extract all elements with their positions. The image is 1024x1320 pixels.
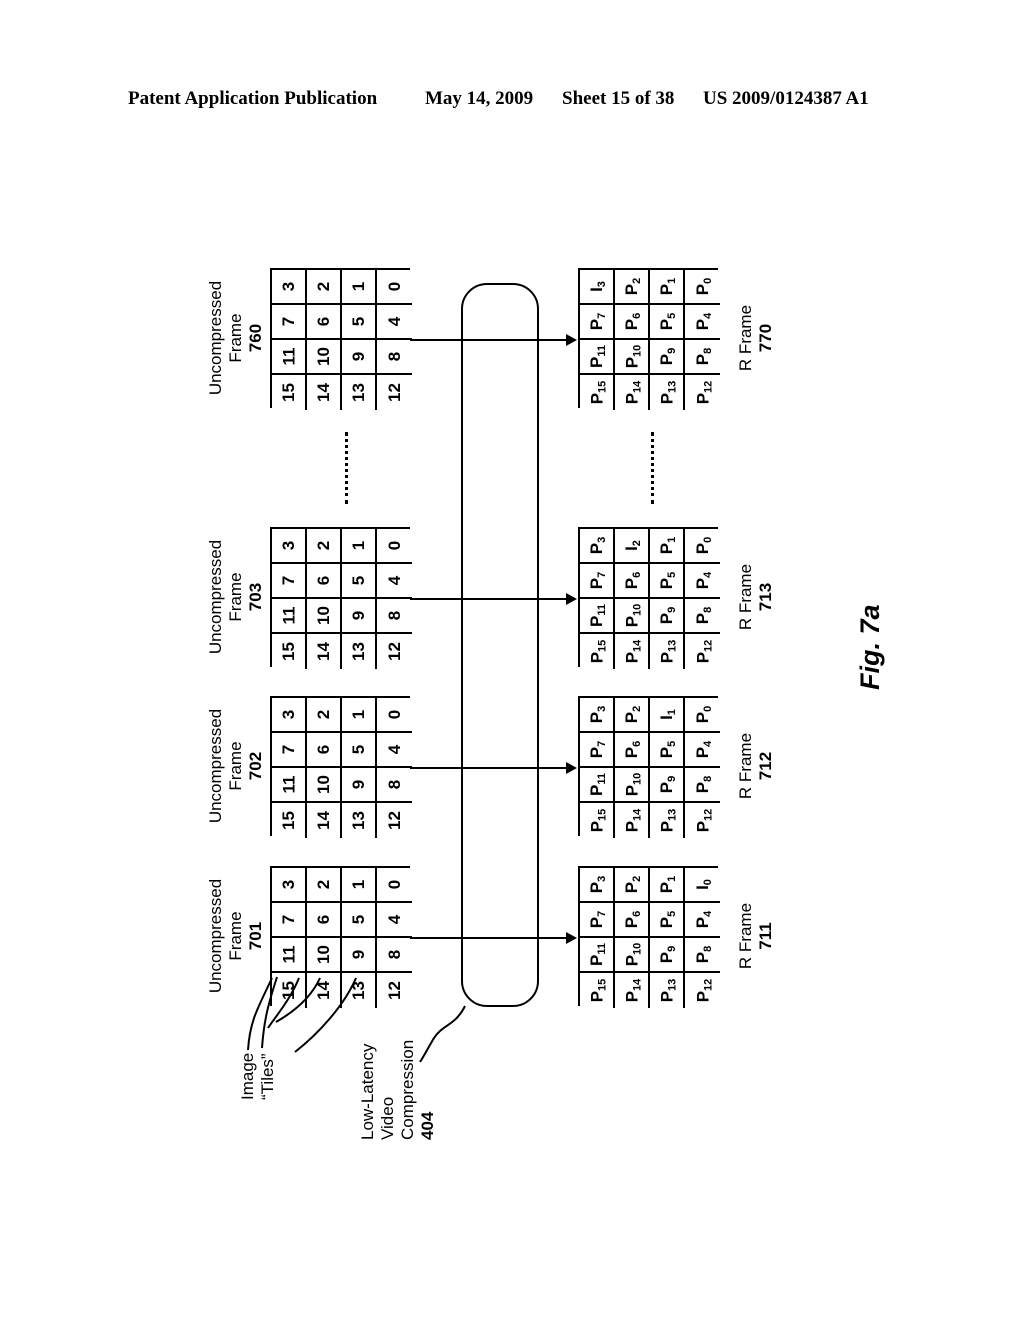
figure-label: Fig. 7a <box>855 604 885 690</box>
leader-tiles-c <box>275 977 321 1023</box>
leader-image <box>247 977 273 1051</box>
annotation-compression-line3: Compression <box>398 1039 417 1140</box>
leader-tiles-b <box>267 977 300 1029</box>
annotation-compression-number: 404 <box>418 1111 437 1140</box>
figure-7a-drawing: 0 1 2 3 4 5 6 7 8 9 10 11 12 13 14 15 Uncompressed Frame 7… <box>0 0 1024 1320</box>
annotation-compression-line2: Video <box>378 1096 397 1140</box>
leader-tiles-a <box>261 976 278 1049</box>
annotation-compression-line1: Low-Latency <box>358 1043 377 1140</box>
annotation-low-latency-video-compression: Low-Latency Video Compression 404 <box>358 1040 438 1140</box>
annotation-tiles-line: “Tiles” <box>258 1053 277 1100</box>
annotation-image-tiles: Image “Tiles” <box>238 1053 278 1100</box>
annotation-image-line: Image <box>238 1052 257 1100</box>
leader-tiles-d <box>294 977 357 1053</box>
